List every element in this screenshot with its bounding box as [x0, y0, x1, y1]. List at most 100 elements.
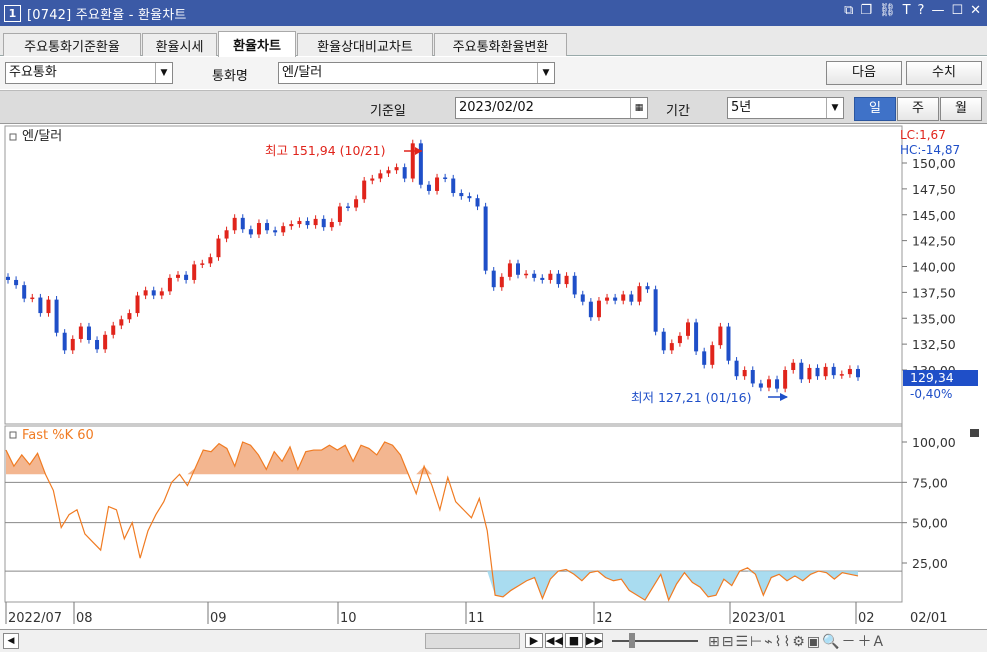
period-select[interactable]: 5년 ▼: [727, 97, 844, 119]
zoom-slider[interactable]: [612, 640, 698, 642]
candle-body: [766, 379, 771, 388]
candle-body: [313, 218, 318, 226]
scroll-thumb[interactable]: [425, 633, 520, 649]
candle-body: [418, 143, 423, 185]
font-icon[interactable]: T: [903, 3, 911, 18]
tab-rate-quotes[interactable]: 환율시세: [142, 33, 217, 56]
scroll-left-icon[interactable]: ◀: [3, 633, 19, 649]
close-icon[interactable]: ✕: [970, 3, 981, 18]
price-tick-label: 140,00: [912, 260, 956, 275]
title-bar: 1 [0742] 주요환율 - 환율차트 ⧉ ❐ ⛓ T ? — ☐ ✕: [0, 0, 987, 26]
candle-body: [256, 223, 261, 235]
calendar-icon[interactable]: ▦: [630, 98, 647, 118]
candle-body: [629, 294, 634, 302]
candle-body: [815, 367, 820, 377]
candle-body: [386, 170, 391, 174]
hc-label: HC:-14,87: [900, 143, 960, 157]
candle-body: [661, 331, 666, 351]
candle-body: [224, 230, 229, 239]
candle-body: [38, 297, 43, 314]
currency-select[interactable]: 엔/달러 ▼: [278, 62, 555, 84]
candle-body: [6, 276, 10, 280]
price-panel: [4, 125, 903, 425]
candle-body: [718, 326, 723, 346]
candle-body: [775, 379, 780, 389]
price-tick-label: 145,00: [912, 208, 956, 223]
candle-body: [499, 276, 504, 288]
candle-body: [410, 143, 415, 179]
candle-body: [297, 220, 302, 225]
candle-body: [459, 193, 464, 197]
candle-body: [22, 285, 27, 299]
candle-body: [321, 218, 326, 228]
tab-base-rate[interactable]: 주요통화기준환율: [3, 33, 141, 56]
scroll-right-icon[interactable]: ▶: [525, 633, 543, 648]
candle-body: [30, 297, 35, 300]
candle-body: [346, 206, 350, 208]
zoom-slider-handle[interactable]: [629, 633, 635, 648]
rewind-icon[interactable]: ◀◀: [545, 633, 563, 648]
candle-body: [273, 230, 278, 233]
indicator-tick-label: 75,00: [912, 475, 948, 490]
fast-forward-icon[interactable]: ▶▶: [585, 633, 603, 648]
candle-body: [176, 274, 180, 278]
candle-body: [710, 345, 715, 365]
candle-body: [119, 319, 124, 326]
chevron-down-icon[interactable]: ▼: [826, 98, 843, 118]
candle-body: [750, 370, 755, 384]
fx-chart[interactable]: 150,00 147,50 145,00 142,50 140,00 137,50 135,…: [0, 124, 987, 629]
low-annotation: 최저 127,21 (01/16): [631, 390, 751, 405]
window-title: [0742] 주요환율 - 환율차트: [27, 7, 187, 23]
candle-body: [240, 217, 245, 230]
candle-body: [14, 279, 19, 286]
x-tick-label: 09: [210, 611, 227, 626]
candle-body: [127, 313, 132, 320]
price-tick-label: 147,50: [912, 182, 956, 197]
tab-relative-chart[interactable]: 환율상대비교차트: [297, 33, 433, 56]
candle-body: [394, 167, 399, 171]
candle-body: [831, 366, 836, 376]
candle-body: [791, 362, 796, 370]
window-number-badge: 1: [4, 4, 21, 22]
panel-menu-icon[interactable]: [970, 429, 979, 437]
weekly-button[interactable]: 주: [897, 97, 939, 121]
indicator-tick-label: 25,00: [912, 556, 948, 571]
next-button[interactable]: 다음: [826, 61, 902, 85]
tab-rate-chart[interactable]: 환율차트: [218, 31, 296, 57]
candle-body: [378, 173, 383, 179]
period-label: 기간: [666, 104, 690, 119]
candle-body: [159, 291, 164, 296]
candle-body: [702, 351, 707, 365]
candle-body: [167, 277, 172, 292]
candle-body: [783, 370, 788, 389]
tab-rate-converter[interactable]: 주요통화환율변환: [434, 33, 567, 56]
restore-icon[interactable]: ⧉: [844, 3, 853, 18]
candle-body: [232, 217, 237, 231]
daily-button[interactable]: 일: [854, 97, 896, 121]
candle-body: [86, 326, 91, 340]
chevron-down-icon[interactable]: ▼: [155, 63, 172, 83]
drawing-tools[interactable]: ⊞⊟☰⊢⌁⌇⌇⚙▣🔍－＋A: [708, 631, 885, 651]
candle-body: [443, 177, 448, 179]
maximize-icon[interactable]: ☐: [951, 3, 963, 18]
values-button[interactable]: 수치: [906, 61, 982, 85]
candle-body: [78, 326, 83, 339]
base-date-input[interactable]: 2023/02/02 ▦: [455, 97, 648, 119]
window-controls: ⧉ ❐ ⛓ T ? — ☐ ✕: [844, 3, 981, 18]
candle-body: [596, 300, 601, 318]
new-window-icon[interactable]: ❐: [860, 3, 872, 18]
candle-body: [451, 178, 456, 194]
candle-body: [580, 294, 585, 302]
candle-body: [847, 368, 852, 375]
link-icon[interactable]: ⛓: [879, 3, 896, 18]
monthly-button[interactable]: 월: [940, 97, 982, 121]
chevron-down-icon[interactable]: ▼: [537, 63, 554, 83]
stop-icon[interactable]: ■: [565, 633, 583, 648]
candle-body: [435, 177, 440, 191]
help-icon[interactable]: ?: [918, 3, 925, 18]
lc-label: LC:1,67: [900, 128, 946, 142]
minimize-icon[interactable]: —: [931, 3, 944, 18]
candle-body: [426, 184, 431, 191]
currency-group-select[interactable]: 주요통화 ▼: [5, 62, 173, 84]
candle-body: [289, 224, 294, 227]
